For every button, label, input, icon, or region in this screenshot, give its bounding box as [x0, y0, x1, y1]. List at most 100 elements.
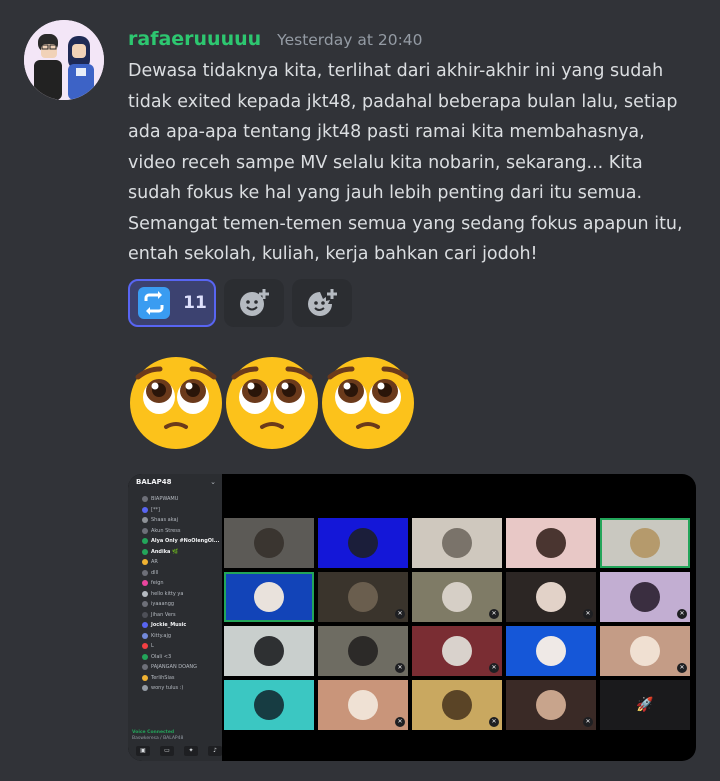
screenshot-member-item: iyaaangg: [142, 599, 220, 610]
member-name: Alya Only #NoOlengOl...: [151, 538, 220, 545]
participant-avatar: [536, 582, 566, 612]
muted-mic-icon: ✕: [395, 717, 405, 727]
rocket-icon: 🚀: [636, 697, 654, 713]
member-name: Andika 🌿: [151, 548, 179, 555]
video-tile: ✕: [412, 680, 502, 730]
screenshot-member-item: hello kitty ya: [142, 589, 220, 600]
muted-mic-icon: ✕: [583, 717, 593, 727]
screenshot-member-item: PAJANGAN DOANG: [142, 662, 220, 673]
participant-avatar: [254, 636, 284, 666]
image-attachment[interactable]: BALAP48 ⌄ BIAPWAMU [**] Shaas akaj Akun Str…: [128, 474, 696, 761]
member-name: Jockie_Music: [151, 622, 187, 629]
voice-status-label: Voice Connected: [132, 730, 175, 735]
camera-icon: ▣: [136, 746, 150, 756]
activity-icon: ✦: [184, 746, 198, 756]
video-tile: [224, 680, 314, 730]
member-avatar: [142, 601, 148, 608]
video-tile: ✕: [412, 572, 502, 622]
video-tile: ✕: [506, 572, 596, 622]
screen-share-icon: ▭: [160, 746, 174, 756]
member-name: Olali <3: [151, 653, 172, 660]
reaction-repeat[interactable]: 11: [128, 279, 216, 327]
screenshot-member-item: Alya Only #NoOlengOl...: [142, 536, 220, 547]
screenshot-member-item: dlll: [142, 568, 220, 579]
member-name: L: [151, 643, 154, 650]
screenshot-member-list: BIAPWAMU [**] Shaas akaj Akun Stress Alya On…: [142, 494, 220, 694]
participant-avatar: [442, 690, 472, 720]
participant-avatar: [442, 636, 472, 666]
add-super-reaction-icon: [308, 289, 337, 316]
video-tile: [412, 518, 502, 568]
member-avatar: [142, 527, 148, 534]
member-avatar: [142, 622, 148, 629]
message-timestamp[interactable]: Yesterday at 20:40: [277, 31, 422, 49]
member-name: wony tulus :): [151, 685, 184, 692]
member-avatar: [142, 548, 148, 555]
member-name: AR: [151, 559, 158, 566]
member-name: Kitty.ajg: [151, 632, 172, 639]
video-tile: ✕: [318, 572, 408, 622]
video-tile: ✕: [318, 680, 408, 730]
voice-channel-label: Baswkeresa / BALAP48: [132, 736, 184, 741]
member-avatar: [142, 517, 148, 524]
participant-avatar: [536, 690, 566, 720]
participant-avatar: [442, 582, 472, 612]
screenshot-sidebar: BALAP48 ⌄ BIAPWAMU [**] Shaas akaj Akun Str…: [128, 474, 222, 761]
pleading-face-icon: [130, 357, 222, 449]
video-tile: ✕: [318, 626, 408, 676]
add-super-reaction-button[interactable]: [292, 279, 352, 327]
muted-mic-icon: ✕: [677, 663, 687, 673]
participant-avatar: [254, 690, 284, 720]
participant-avatar: [348, 636, 378, 666]
participant-avatar: [254, 582, 284, 612]
screenshot-member-item: Andika 🌿: [142, 547, 220, 558]
member-name: [**]: [151, 506, 160, 513]
add-reaction-icon: [240, 289, 269, 316]
participant-avatar: [442, 528, 472, 558]
video-tile: 🚀: [600, 680, 690, 730]
member-avatar: [142, 496, 148, 503]
muted-mic-icon: ✕: [489, 663, 499, 673]
soundboard-icon: ♪: [208, 746, 222, 756]
member-name: Akun Stress: [151, 527, 181, 534]
muted-mic-icon: ✕: [395, 663, 405, 673]
author-username[interactable]: rafaeruuuuu: [128, 28, 261, 50]
muted-mic-icon: ✕: [583, 609, 593, 619]
member-avatar: [142, 590, 148, 597]
reaction-count: 11: [183, 293, 207, 313]
screenshot-member-item: Kitty.ajg: [142, 631, 220, 642]
member-avatar: [142, 653, 148, 660]
video-tile: ✕: [600, 626, 690, 676]
member-avatar: [142, 569, 148, 576]
participant-avatar: [348, 690, 378, 720]
member-name: PAJANGAN DOANG: [151, 664, 198, 671]
screenshot-member-item: TerlihSias: [142, 673, 220, 684]
add-reaction-button[interactable]: [224, 279, 284, 327]
screenshot-member-item: Akun Stress: [142, 526, 220, 537]
screenshot-server-name: BALAP48: [136, 478, 172, 486]
video-tile: [224, 626, 314, 676]
member-name: Jihan Vers: [151, 611, 176, 618]
member-avatar: [142, 664, 148, 671]
participant-avatar: [536, 636, 566, 666]
member-name: BIAPWAMU: [151, 496, 179, 503]
participant-avatar: [348, 582, 378, 612]
member-avatar: [142, 538, 148, 545]
repeat-arrows-icon: [138, 287, 171, 319]
muted-mic-icon: ✕: [395, 609, 405, 619]
member-name: TerlihSias: [151, 674, 175, 681]
chevron-down-icon: ⌄: [210, 478, 216, 486]
screenshot-member-item: AR: [142, 557, 220, 568]
pleading-face-icon: [322, 357, 414, 449]
screenshot-member-item: feign: [142, 578, 220, 589]
participant-avatar: [254, 528, 284, 558]
member-avatar: [142, 643, 148, 650]
message-header: rafaeruuuuu Yesterday at 20:40: [128, 28, 423, 54]
screenshot-member-item: wony tulus :): [142, 683, 220, 694]
muted-mic-icon: ✕: [489, 609, 499, 619]
screenshot-controls: ▣ ▭ ✦ ♪: [136, 746, 222, 756]
muted-mic-icon: ✕: [677, 609, 687, 619]
author-avatar[interactable]: [24, 20, 104, 100]
pleading-face-icon: [226, 357, 318, 449]
member-avatar: [142, 506, 148, 513]
